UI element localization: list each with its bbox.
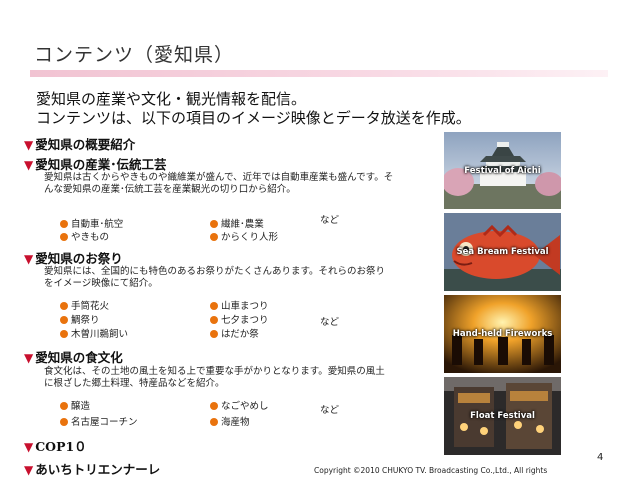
triangle-bullet-icon: ▼ (24, 440, 34, 454)
bullet-dot-icon (210, 330, 218, 338)
bullet-dot-icon (60, 330, 68, 338)
triangle-bullet-icon: ▼ (24, 351, 34, 365)
list-item: 鯛祭り (60, 312, 100, 326)
etc-label: など (320, 405, 340, 416)
bullet-dot-icon (210, 220, 218, 228)
photo-sea-bream-festival: Sea Bream Festival (444, 213, 561, 291)
bullet-dot-icon (60, 418, 68, 426)
photo-festival-of-aichi: Festival of Aichi (444, 132, 561, 209)
list-item: 名古屋コーチン (60, 414, 138, 428)
photo-caption: Float Festival (470, 411, 535, 421)
list-item: 手筒花火 (60, 298, 109, 312)
photo-hand-held-fireworks: Hand-held Fireworks (444, 295, 561, 373)
section-overview-heading: ▼ 愛知県の概要紹介 (24, 137, 136, 152)
intro-line-2: コンテンツは、以下の項目のイメージ映像とデータ放送を作成。 (36, 109, 471, 127)
section-triennale-heading: ▼ あいちトリエンナーレ (24, 462, 161, 477)
section-festival-heading: ▼ 愛知県のお祭り (24, 251, 123, 266)
list-item: 醸造 (60, 398, 90, 412)
section-food-desc: 食文化は、その土地の風土を知る上で重要な手がかりとなります。愛知県の風土に根ざし… (44, 366, 385, 389)
list-item: 山車まつり (210, 298, 269, 312)
photo-caption: Festival of Aichi (464, 166, 541, 176)
list-item: はだか祭 (210, 326, 259, 340)
triangle-bullet-icon: ▼ (24, 158, 34, 172)
photo-float-festival: Float Festival (444, 377, 561, 455)
list-item: 自動車･航空 (60, 216, 123, 230)
etc-label: など (320, 317, 340, 328)
list-item: 繊維･農業 (210, 216, 264, 230)
bullet-dot-icon (60, 402, 68, 410)
bullet-dot-icon (210, 302, 218, 310)
bullet-dot-icon (60, 316, 68, 324)
section-food-heading: ▼ 愛知県の食文化 (24, 350, 123, 365)
list-item: 七夕まつり (210, 312, 269, 326)
bullet-dot-icon (210, 233, 218, 241)
page-title: コンテンツ（愛知県） (34, 44, 235, 66)
bullet-dot-icon (60, 302, 68, 310)
section-industry-heading: ▼ 愛知県の産業･伝統工芸 (24, 157, 167, 172)
section-industry-desc: 愛知県は古くからやきものや織維業が盛んで、近年では自動車産業も盛んです。そんな愛… (44, 172, 394, 195)
title-underline (30, 70, 608, 77)
bullet-dot-icon (210, 402, 218, 410)
bullet-dot-icon (60, 233, 68, 241)
intro-line-1: 愛知県の産業や文化・観光情報を配信。 (36, 90, 307, 108)
bullet-dot-icon (210, 418, 218, 426)
triangle-bullet-icon: ▼ (24, 138, 34, 152)
photo-caption: Hand-held Fireworks (452, 329, 553, 339)
triangle-bullet-icon: ▼ (24, 252, 34, 266)
list-item: 海産物 (210, 414, 250, 428)
photo-caption: Sea Bream Festival (456, 247, 549, 257)
list-item: 木曽川鵜飼い (60, 326, 128, 340)
list-item: からくり人形 (210, 229, 278, 243)
list-item: やきもの (60, 229, 109, 243)
bullet-dot-icon (60, 220, 68, 228)
copyright-notice: Copyright ©2010 CHUKYO TV. Broadcasting … (314, 466, 548, 475)
list-item: なごやめし (210, 398, 269, 412)
section-festival-desc: 愛知県には、全国的にも特色のあるお祭りがたくさんあります。それらのお祭りをイメー… (44, 266, 386, 289)
triangle-bullet-icon: ▼ (24, 463, 34, 477)
section-cop10-heading: ▼ COP1０ (24, 439, 87, 454)
page-number: 4 (597, 452, 604, 463)
bullet-dot-icon (210, 316, 218, 324)
etc-label: など (320, 215, 340, 226)
